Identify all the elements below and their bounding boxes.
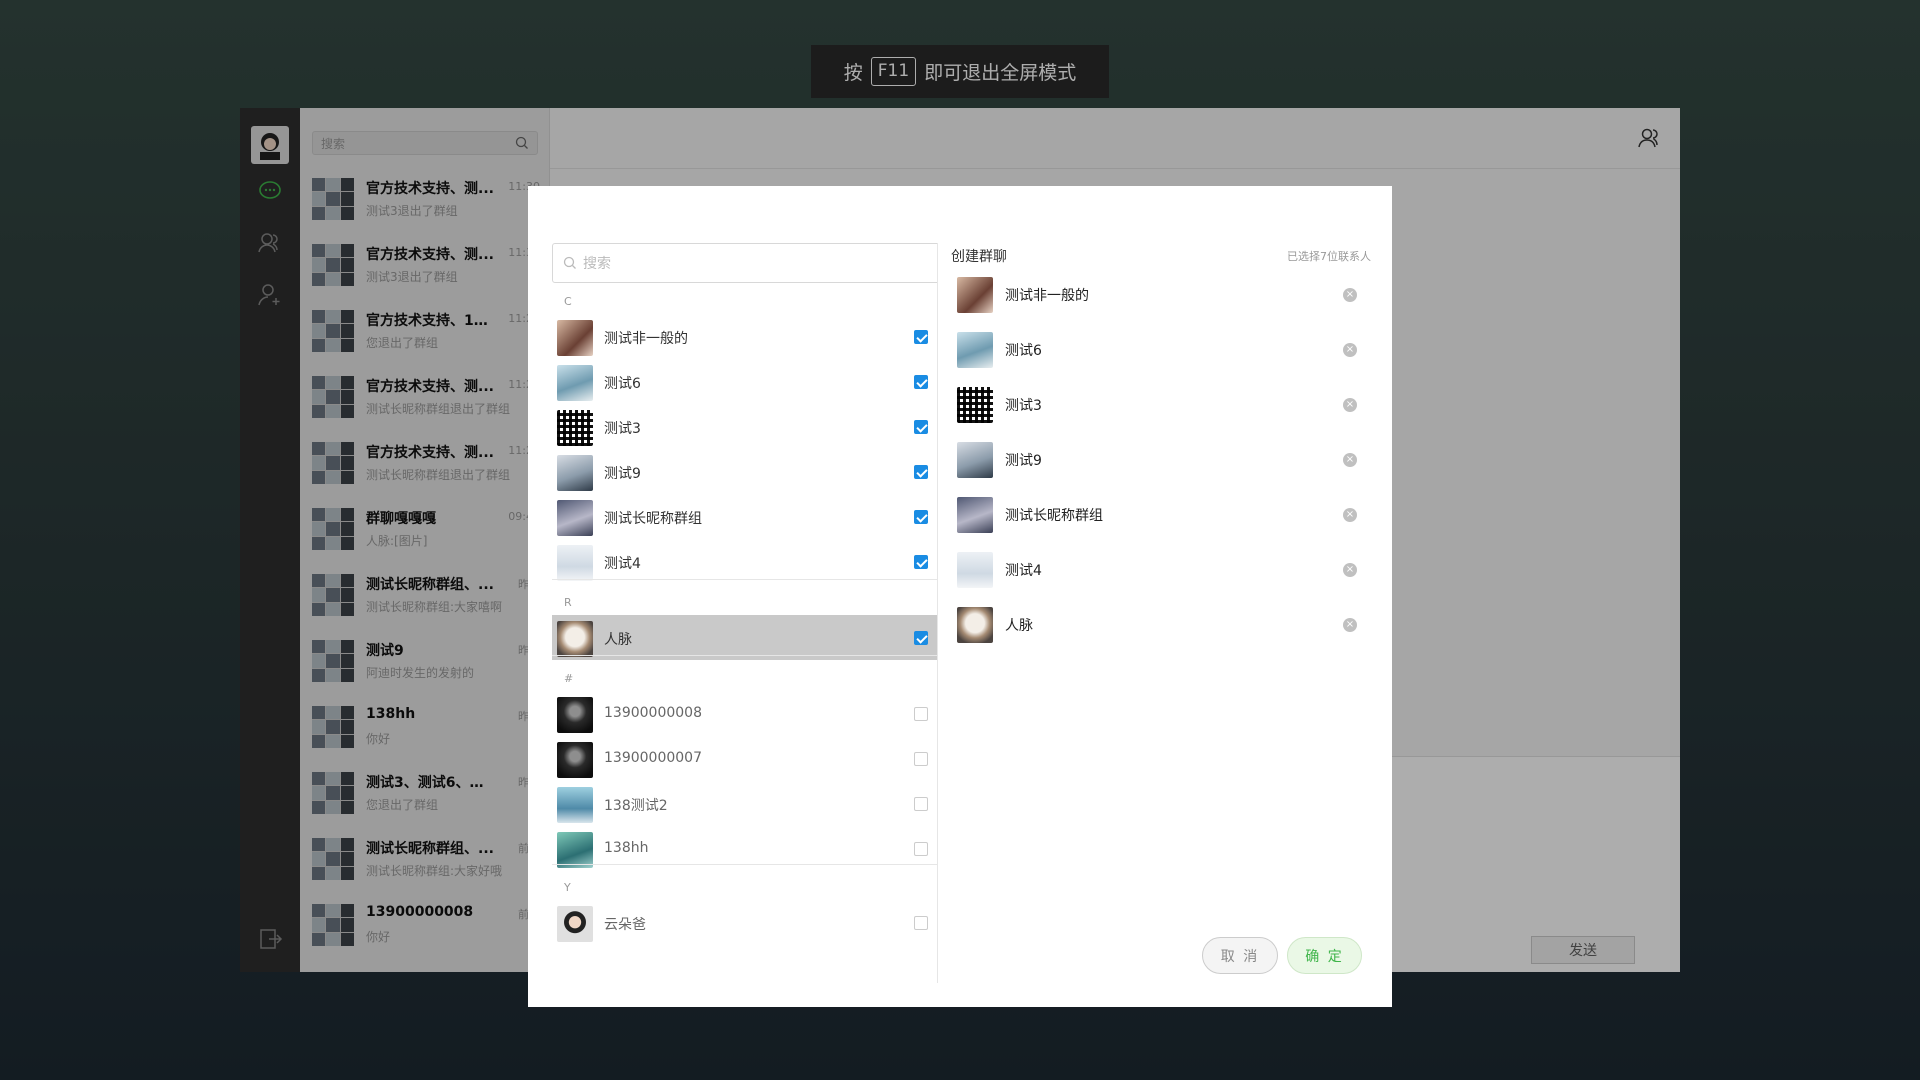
contact-avatar <box>557 906 593 942</box>
contact-item[interactable]: 测试非一般的 <box>552 314 937 359</box>
contact-avatar <box>557 545 593 581</box>
contact-search-input[interactable]: 搜索 <box>552 243 937 283</box>
selected-contact-avatar <box>957 497 993 533</box>
contact-checkbox[interactable] <box>914 842 928 856</box>
group-letter: C <box>564 295 572 308</box>
contact-name: 测试长昵称群组 <box>604 511 702 527</box>
contact-item[interactable]: 测试4 <box>552 539 937 584</box>
create-group-dialog: 搜索 C 测试非一般的 测试6 测试3 测试9 测试长昵称群组 测试4 R 人脉 #1390000… <box>528 186 1392 1007</box>
selected-contact-avatar <box>957 607 993 643</box>
group-divider <box>552 579 937 580</box>
selected-contact-item: 测试3 × <box>951 379 1371 434</box>
contact-checkbox[interactable] <box>914 375 928 389</box>
selected-contact-item: 测试长昵称群组 × <box>951 489 1371 544</box>
contact-picker: 搜索 C 测试非一般的 测试6 测试3 测试9 测试长昵称群组 测试4 R 人脉 #1390000… <box>552 243 938 983</box>
contact-item[interactable]: 测试长昵称群组 <box>552 494 937 539</box>
contact-checkbox[interactable] <box>914 330 928 344</box>
group-letter: R <box>564 596 572 609</box>
contact-avatar <box>557 365 593 401</box>
contact-checkbox[interactable] <box>914 707 928 721</box>
contact-avatar <box>557 697 593 733</box>
contact-item[interactable]: 测试6 <box>552 359 937 404</box>
contact-avatar <box>557 410 593 446</box>
contact-search-placeholder: 搜索 <box>583 256 611 272</box>
selected-contact-name: 测试6 <box>1005 343 1042 359</box>
selected-contact-avatar <box>957 277 993 313</box>
contact-avatar <box>557 742 593 778</box>
contact-checkbox[interactable] <box>914 797 928 811</box>
contact-item[interactable]: 测试9 <box>552 449 937 494</box>
selected-contact-name: 测试4 <box>1005 563 1042 579</box>
contact-item[interactable]: 云朵爸 <box>552 900 937 945</box>
selected-contact-item: 测试6 × <box>951 324 1371 379</box>
selected-contact-item: 测试9 × <box>951 434 1371 489</box>
contact-name: 13900000008 <box>604 705 702 721</box>
contact-name: 测试6 <box>604 376 641 392</box>
remove-icon[interactable]: × <box>1343 618 1357 632</box>
remove-icon[interactable]: × <box>1343 508 1357 522</box>
selected-count: 已选择7位联系人 <box>1287 250 1371 263</box>
dialog-title: 创建群聊 <box>951 249 1007 265</box>
contact-name: 138测试2 <box>604 798 668 814</box>
selected-contact-avatar <box>957 387 993 423</box>
contact-name: 人脉 <box>604 632 632 648</box>
contact-name: 测试9 <box>604 466 641 482</box>
contact-item[interactable]: 138测试2 <box>552 781 937 826</box>
contact-item[interactable]: 人脉 <box>552 615 937 660</box>
contact-name: 138hh <box>604 840 649 856</box>
group-letter: # <box>564 672 574 685</box>
selected-contact-item: 测试非一般的 × <box>951 269 1371 324</box>
contact-name: 云朵爸 <box>604 917 646 933</box>
confirm-button[interactable]: 确 定 <box>1287 937 1362 974</box>
selected-contact-name: 测试非一般的 <box>1005 288 1089 304</box>
contact-item[interactable]: 13900000007 <box>552 736 937 781</box>
contact-name: 测试3 <box>604 421 641 437</box>
contact-name: 测试非一般的 <box>604 331 688 347</box>
group-divider <box>552 864 937 865</box>
contact-avatar <box>557 320 593 356</box>
selected-contact-avatar <box>957 552 993 588</box>
contact-checkbox[interactable] <box>914 420 928 434</box>
contact-avatar <box>557 621 593 657</box>
remove-icon[interactable]: × <box>1343 563 1357 577</box>
contact-checkbox[interactable] <box>914 752 928 766</box>
selected-contact-name: 测试3 <box>1005 398 1042 414</box>
contact-checkbox[interactable] <box>914 465 928 479</box>
group-divider <box>552 655 937 656</box>
selected-contact-avatar <box>957 442 993 478</box>
remove-icon[interactable]: × <box>1343 453 1357 467</box>
remove-icon[interactable]: × <box>1343 398 1357 412</box>
remove-icon[interactable]: × <box>1343 343 1357 357</box>
selected-contact-item: 测试4 × <box>951 544 1371 599</box>
contact-avatar <box>557 787 593 823</box>
contact-name: 测试4 <box>604 556 641 572</box>
contact-name: 13900000007 <box>604 750 702 766</box>
contact-item[interactable]: 测试3 <box>552 404 937 449</box>
contact-checkbox[interactable] <box>914 916 928 930</box>
group-letter: Y <box>564 881 571 894</box>
selected-contacts-panel: 创建群聊 已选择7位联系人 测试非一般的 × 测试6 × 测试3 × 测试9 × 测试长昵称群组… <box>951 243 1371 983</box>
contact-checkbox[interactable] <box>914 510 928 524</box>
selected-contact-name: 测试9 <box>1005 453 1042 469</box>
contact-avatar <box>557 500 593 536</box>
contact-avatar <box>557 832 593 868</box>
selected-contact-name: 人脉 <box>1005 618 1033 634</box>
search-icon <box>563 256 576 269</box>
contact-item[interactable]: 13900000008 <box>552 691 937 736</box>
selected-contact-item: 人脉 × <box>951 599 1371 654</box>
selected-contact-avatar <box>957 332 993 368</box>
contact-avatar <box>557 455 593 491</box>
contact-checkbox[interactable] <box>914 555 928 569</box>
cancel-button[interactable]: 取 消 <box>1202 937 1278 974</box>
contact-checkbox[interactable] <box>914 631 928 645</box>
remove-icon[interactable]: × <box>1343 288 1357 302</box>
selected-contact-name: 测试长昵称群组 <box>1005 508 1103 524</box>
